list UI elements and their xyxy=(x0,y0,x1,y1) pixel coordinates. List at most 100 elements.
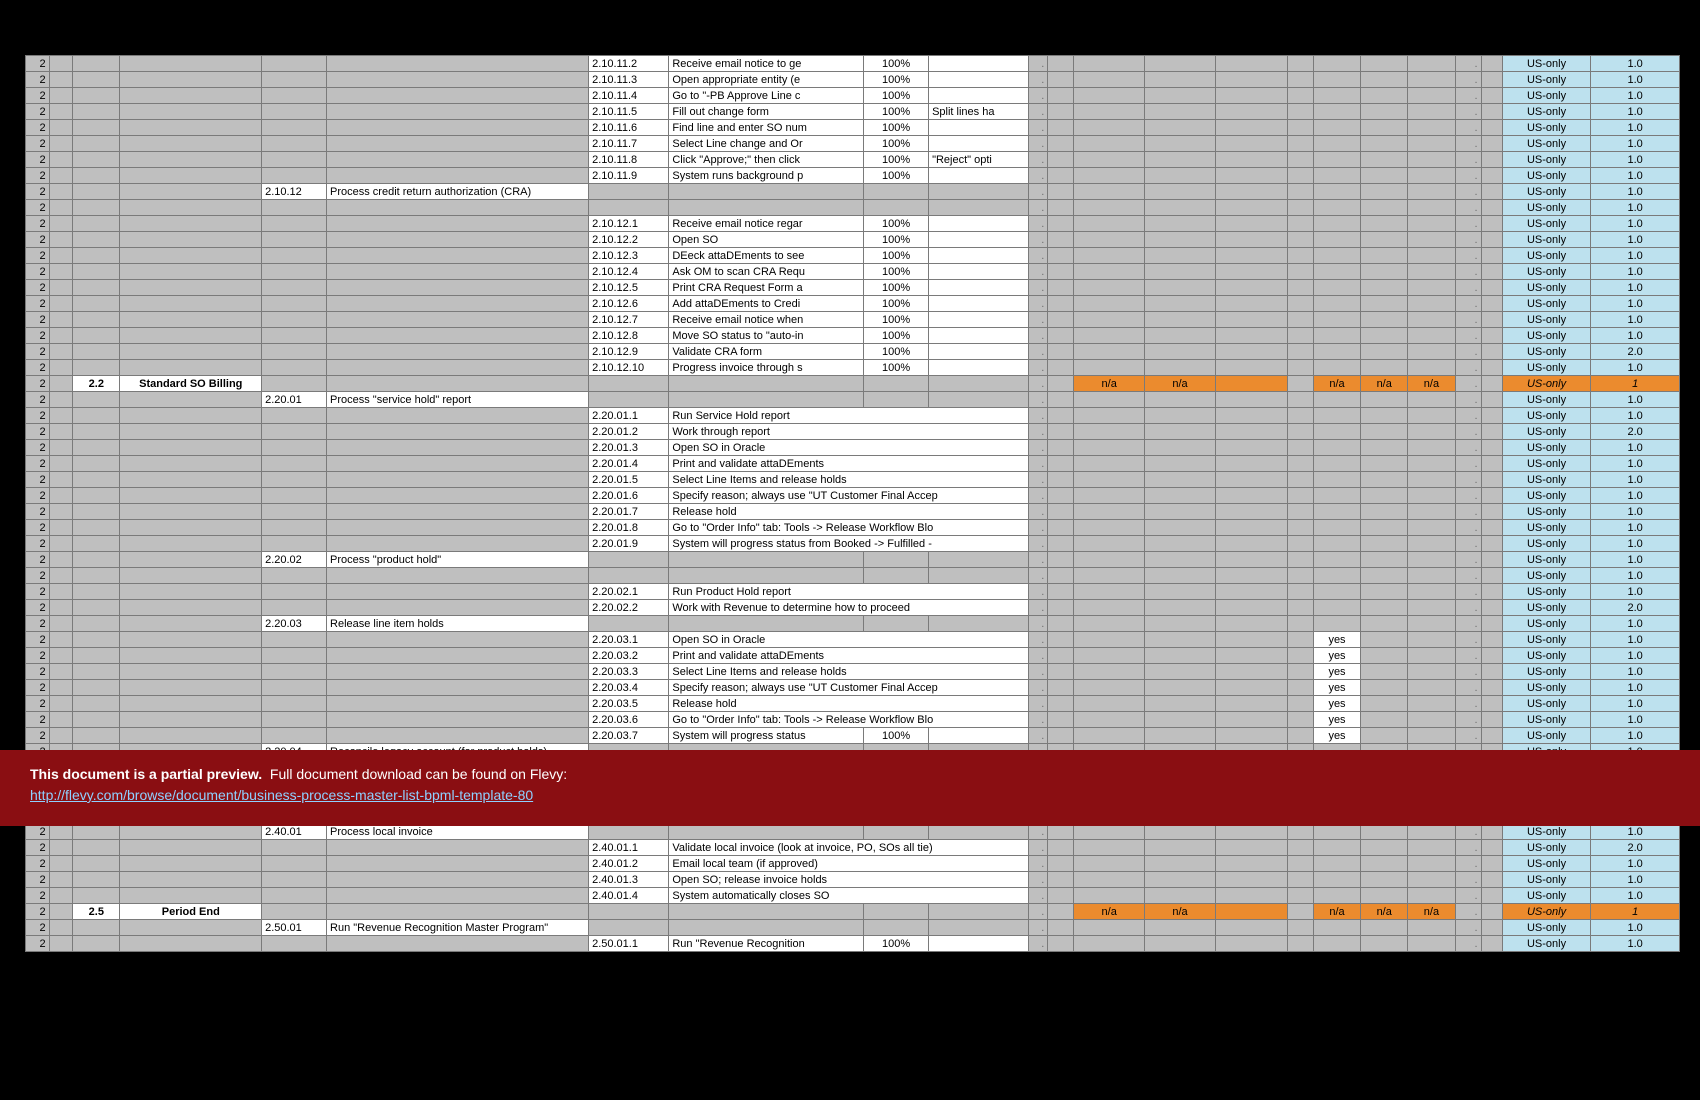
cell: 1.0 xyxy=(1591,408,1680,424)
cell xyxy=(1481,632,1502,648)
cell xyxy=(1408,936,1455,952)
cell xyxy=(1215,248,1287,264)
cell: 2 xyxy=(26,872,50,888)
cell: 1.0 xyxy=(1591,520,1680,536)
cell xyxy=(327,584,589,600)
cell xyxy=(1408,664,1455,680)
cell xyxy=(929,280,1029,296)
cell: 2.20.01.2 xyxy=(589,424,669,440)
banner-link[interactable]: http://flevy.com/browse/document/busines… xyxy=(30,787,533,803)
cell xyxy=(1481,184,1502,200)
cell xyxy=(1361,152,1408,168)
cell: System runs background p xyxy=(669,168,864,184)
banner-text: Full document download can be found on F… xyxy=(270,766,567,782)
cell xyxy=(327,152,589,168)
cell xyxy=(49,888,73,904)
cell xyxy=(1074,72,1145,88)
cell: 2 xyxy=(26,712,50,728)
cell xyxy=(73,664,120,680)
cell xyxy=(120,136,262,152)
cell: Print and validate attaDEments xyxy=(669,456,1029,472)
cell xyxy=(49,296,73,312)
cell: "Reject" opti xyxy=(929,152,1029,168)
cell xyxy=(1481,248,1502,264)
cell: 2 xyxy=(26,168,50,184)
cell xyxy=(1287,456,1313,472)
cell: . xyxy=(1029,856,1048,872)
cell xyxy=(1287,648,1313,664)
table-row: 22.10.12.3DEeck attaDEments to see100%..… xyxy=(26,248,1680,264)
cell: . xyxy=(1455,632,1481,648)
cell xyxy=(120,728,262,744)
cell xyxy=(73,184,120,200)
cell xyxy=(1145,920,1216,936)
table-row: 22.20.02Process "product hold"..US-only1… xyxy=(26,552,1680,568)
cell: Receive email notice regar xyxy=(669,216,864,232)
cell xyxy=(73,88,120,104)
table-row: 22.40.01.1Validate local invoice (look a… xyxy=(26,840,1680,856)
cell xyxy=(1145,152,1216,168)
cell xyxy=(1481,552,1502,568)
cell xyxy=(1145,520,1216,536)
cell xyxy=(1145,312,1216,328)
cell xyxy=(1074,584,1145,600)
cell: Open SO in Oracle xyxy=(669,632,1029,648)
cell: n/a xyxy=(1361,376,1408,392)
cell xyxy=(1361,136,1408,152)
cell: 2.20.01.4 xyxy=(589,456,669,472)
cell xyxy=(1048,520,1074,536)
cell xyxy=(589,920,669,936)
table-row: 22.20.03.2Print and validate attaDEments… xyxy=(26,648,1680,664)
cell xyxy=(73,504,120,520)
cell xyxy=(73,392,120,408)
cell xyxy=(1215,280,1287,296)
cell xyxy=(73,536,120,552)
cell xyxy=(1408,648,1455,664)
cell xyxy=(1287,888,1313,904)
cell xyxy=(1215,904,1287,920)
cell xyxy=(1215,360,1287,376)
cell: n/a xyxy=(1408,904,1455,920)
cell xyxy=(864,184,929,200)
cell xyxy=(327,568,589,584)
cell xyxy=(49,312,73,328)
cell xyxy=(327,216,589,232)
cell xyxy=(327,872,589,888)
cell xyxy=(49,424,73,440)
cell: n/a xyxy=(1145,376,1216,392)
cell xyxy=(1074,632,1145,648)
cell xyxy=(669,920,864,936)
cell xyxy=(120,216,262,232)
cell xyxy=(1313,232,1360,248)
cell: . xyxy=(1029,664,1048,680)
cell xyxy=(327,312,589,328)
cell xyxy=(1048,280,1074,296)
cell xyxy=(120,696,262,712)
cell xyxy=(1481,616,1502,632)
cell xyxy=(327,360,589,376)
cell xyxy=(120,424,262,440)
cell xyxy=(1145,216,1216,232)
cell: US-only xyxy=(1502,200,1591,216)
cell xyxy=(1361,360,1408,376)
cell xyxy=(73,648,120,664)
cell xyxy=(327,440,589,456)
cell xyxy=(1481,312,1502,328)
cell: . xyxy=(1029,712,1048,728)
cell xyxy=(1048,120,1074,136)
cell xyxy=(1145,616,1216,632)
cell: 100% xyxy=(864,312,929,328)
cell xyxy=(929,312,1029,328)
table-row: 22.10.12.1Receive email notice regar100%… xyxy=(26,216,1680,232)
cell: 2 xyxy=(26,440,50,456)
cell xyxy=(262,936,327,952)
cell xyxy=(1048,312,1074,328)
cell xyxy=(1361,488,1408,504)
cell xyxy=(1074,680,1145,696)
cell xyxy=(864,376,929,392)
cell xyxy=(327,104,589,120)
cell xyxy=(262,872,327,888)
cell: 2.20.03.3 xyxy=(589,664,669,680)
cell xyxy=(1215,600,1287,616)
table-row: 22.40.01.4System automatically closes SO… xyxy=(26,888,1680,904)
